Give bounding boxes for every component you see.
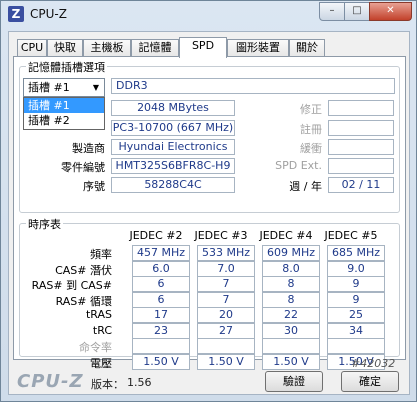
timing-row-label: RAS# 到 CAS#	[31, 279, 112, 292]
validate-button[interactable]: 驗證	[265, 371, 323, 392]
timing-cell: 8	[262, 276, 320, 292]
correction-label: 修正	[300, 103, 322, 116]
tab-memory[interactable]: 記憶體	[131, 39, 179, 57]
timing-cell: 457 MHz	[132, 245, 190, 261]
close-button[interactable]: ✕	[369, 2, 412, 21]
timing-cell: 609 MHz	[262, 245, 320, 261]
timing-cell: 17	[132, 307, 190, 323]
timing-cell: 685 MHz	[327, 245, 385, 261]
registered-value	[328, 120, 394, 136]
timing-cell: 6	[132, 291, 190, 308]
timing-cell: 8	[262, 291, 320, 308]
cpuz-app-icon: Z	[8, 6, 24, 22]
timing-row-label: tRAS	[85, 308, 112, 321]
timing-cell: 7.0	[197, 260, 255, 277]
tab-cache[interactable]: 快取	[47, 39, 83, 57]
timing-row-label: RAS# 循環	[55, 294, 112, 308]
window-title: CPU-Z	[30, 7, 67, 21]
timing-cell	[132, 338, 190, 354]
timing-cell	[262, 338, 320, 354]
timings-group: 時序表 JEDEC #2 JEDEC #3 JEDEC #4 JEDEC #5 …	[19, 216, 400, 370]
timing-cell: 34	[327, 322, 385, 339]
slot-group: 記憶體插槽選項 插槽 #1 ▼ 插槽 #1 插槽 #2 DDR3 2048 MB…	[19, 59, 400, 213]
timing-cell: 9	[327, 291, 385, 308]
slot-option-2[interactable]: 插槽 #2	[24, 113, 104, 128]
timing-cell: 6.0	[132, 260, 190, 277]
title-bar[interactable]: Z CPU-Z – □ ✕	[1, 1, 416, 29]
slot-select[interactable]: 插槽 #1 ▼	[23, 78, 105, 97]
timing-cell	[197, 338, 255, 354]
memory-type-value: DDR3	[111, 78, 395, 94]
max-bandwidth-value: PC3-10700 (667 MHz)	[111, 120, 235, 136]
footer-bar: CPU-Z 版本： 1.56 驗證 確定	[9, 368, 409, 394]
timing-cell: 27	[197, 322, 255, 339]
registered-label: 註冊	[300, 123, 322, 136]
timings-group-title: 時序表	[26, 216, 63, 232]
slot-option-1[interactable]: 插槽 #1	[24, 98, 104, 113]
slot-dropdown-list: 插槽 #1 插槽 #2	[23, 97, 105, 130]
buffered-label: 緩衝	[300, 142, 322, 155]
manufacturer-label: 製造商	[72, 142, 105, 155]
week-year-label: 週 / 年	[289, 180, 322, 193]
serial-value: 58288C4C	[111, 177, 235, 193]
module-size-value: 2048 MBytes	[111, 100, 235, 116]
timing-cell: 20	[197, 307, 255, 323]
timing-cell: 30	[262, 322, 320, 339]
tab-spd[interactable]: SPD	[179, 37, 227, 58]
manufacturer-value: Hyundai Electronics	[111, 139, 235, 155]
timing-row-label: 命令率	[79, 341, 112, 354]
timing-column-header: JEDEC #5	[324, 229, 378, 242]
tab-cpu[interactable]: CPU	[17, 39, 47, 57]
watermark-text: #42032	[351, 357, 396, 370]
slot-group-title: 記憶體插槽選項	[26, 59, 107, 75]
spd-tab-pane: 記憶體插槽選項 插槽 #1 ▼ 插槽 #1 插槽 #2 DDR3 2048 MB…	[13, 56, 406, 370]
correction-value	[328, 100, 394, 116]
spd-ext-value	[328, 158, 394, 174]
buffered-value	[328, 139, 394, 155]
timing-column-header: JEDEC #3	[194, 229, 248, 242]
serial-label: 序號	[83, 180, 105, 193]
part-number-label: 零件編號	[61, 161, 105, 174]
version-value: 1.56	[127, 376, 152, 389]
timing-row-label: 頻率	[90, 248, 112, 261]
timing-column-header: JEDEC #2	[129, 229, 183, 242]
timing-cell: 22	[262, 307, 320, 323]
timing-cell: 7	[197, 291, 255, 308]
tab-mainboard[interactable]: 主機板	[83, 39, 131, 57]
chevron-down-icon: ▼	[92, 83, 100, 92]
spd-ext-label: SPD Ext.	[275, 159, 322, 172]
timing-cell	[327, 338, 385, 354]
timing-row-label: CAS# 潛伏	[55, 263, 112, 277]
timing-cell: 25	[327, 307, 385, 323]
version-label: 版本：	[91, 378, 124, 391]
timing-cell: 533 MHz	[197, 245, 255, 261]
client-area: CPU 快取 主機板 記憶體 SPD 圖形裝置 關於 記憶體插槽選項 插槽 #1…	[8, 31, 410, 395]
maximize-button[interactable]: □	[344, 2, 370, 21]
timing-cell: 8.0	[262, 260, 320, 277]
minimize-button[interactable]: –	[319, 2, 345, 21]
tab-graphics[interactable]: 圖形裝置	[227, 39, 289, 57]
timing-column-header: JEDEC #4	[259, 229, 313, 242]
timing-cell: 9.0	[327, 260, 385, 277]
cpuz-brand-logo: CPU-Z	[17, 371, 84, 392]
timing-cell: 6	[132, 276, 190, 292]
ok-button[interactable]: 確定	[341, 371, 399, 392]
tab-about[interactable]: 關於	[289, 39, 325, 57]
slot-select-value: 插槽 #1	[28, 81, 70, 94]
part-number-value: HMT325S6BFR8C-H9	[111, 158, 235, 174]
timing-cell: 23	[132, 322, 190, 339]
timing-cell: 7	[197, 276, 255, 292]
cpuz-window: Z CPU-Z – □ ✕ CPU 快取 主機板 記憶體 SPD 圖形裝置 關於…	[0, 0, 417, 402]
timing-row-label: tRC	[92, 323, 112, 337]
week-year-value: 02 / 11	[328, 177, 394, 193]
timing-cell: 9	[327, 276, 385, 292]
